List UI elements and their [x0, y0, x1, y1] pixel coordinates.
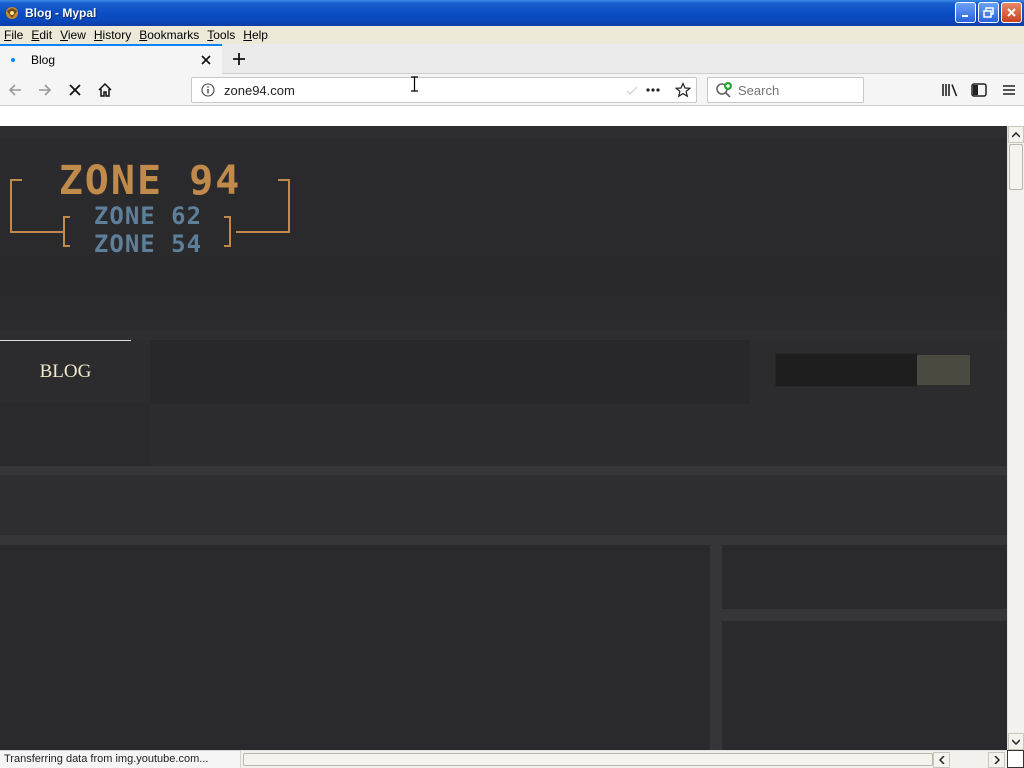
- logo-line-1: ZONE 94: [59, 158, 242, 204]
- library-icon[interactable]: [940, 80, 960, 100]
- sidebar-widget-1: [722, 545, 1007, 609]
- toolbar-spacer: [0, 106, 1024, 126]
- back-arrow-icon[interactable]: [5, 80, 25, 100]
- horizontal-scroll-thumb[interactable]: [243, 753, 933, 766]
- tab-strip: Blog: [0, 44, 1024, 74]
- home-icon[interactable]: [95, 80, 115, 100]
- divider-band: [0, 466, 1007, 475]
- sidebar-gap: [722, 609, 1007, 621]
- vertical-scrollbar[interactable]: [1007, 126, 1024, 750]
- menu-view-accel: V: [60, 28, 68, 42]
- web-page-content: ZONE 94 ZONE 62 ZONE 54 BLOG: [0, 126, 1007, 750]
- minimize-button[interactable]: [955, 2, 976, 23]
- zone94-logo[interactable]: ZONE 94 ZONE 62 ZONE 54: [8, 154, 293, 264]
- mypal-app-icon: [4, 5, 20, 21]
- site-search-input[interactable]: [775, 353, 918, 387]
- tab-loading-icon: [11, 58, 15, 62]
- nav-item-blog[interactable]: BLOG: [0, 340, 131, 402]
- close-window-button[interactable]: [1001, 2, 1022, 23]
- scroll-right-arrow-icon[interactable]: [988, 752, 1005, 768]
- navigation-toolbar: zone94.com: [0, 74, 1024, 106]
- menu-edit-label: dit: [39, 28, 53, 42]
- url-text: zone94.com: [224, 82, 295, 98]
- search-engine-icon[interactable]: [714, 80, 734, 100]
- tab-blog[interactable]: Blog: [0, 44, 222, 74]
- new-tab-button[interactable]: [230, 50, 248, 68]
- nav-menu-area: [150, 340, 750, 404]
- logo-line-2: ZONE 62: [94, 202, 202, 230]
- horizontal-scrollbar[interactable]: [241, 750, 1007, 768]
- scroll-left-arrow-icon[interactable]: [933, 752, 950, 768]
- forward-arrow-icon[interactable]: [35, 80, 55, 100]
- scroll-down-arrow-icon[interactable]: [1008, 733, 1024, 750]
- scroll-up-arrow-icon[interactable]: [1008, 126, 1024, 143]
- menu-history[interactable]: History: [90, 26, 135, 44]
- menu-tools[interactable]: Tools: [203, 26, 239, 44]
- divider-band-2: [0, 535, 1007, 545]
- search-bar[interactable]: [707, 77, 864, 103]
- sidebar-toggle-icon[interactable]: [969, 80, 989, 100]
- menu-bar: File Edit View History Bookmarks Tools H…: [0, 26, 1024, 44]
- main-content-column: [0, 545, 710, 750]
- menu-help[interactable]: Help: [239, 26, 272, 44]
- tab-title: Blog: [31, 53, 56, 67]
- browser-window: Blog - Mypal File Edit View History Book…: [0, 0, 1024, 768]
- stop-loading-icon[interactable]: [65, 80, 85, 100]
- menu-bookmarks[interactable]: Bookmarks: [135, 26, 203, 44]
- menu-edit[interactable]: Edit: [27, 26, 56, 44]
- menu-history-label: istory: [102, 28, 132, 42]
- logo-line-3: ZONE 54: [94, 230, 202, 258]
- hamburger-menu-icon[interactable]: [999, 80, 1019, 100]
- window-title: Blog - Mypal: [25, 6, 97, 20]
- site-info-icon[interactable]: [200, 82, 216, 98]
- bookmark-star-icon[interactable]: [674, 81, 692, 99]
- menu-view-label: iew: [67, 28, 86, 42]
- title-bar: Blog - Mypal: [0, 0, 1024, 26]
- menu-bookmarks-label: ookmarks: [147, 28, 200, 42]
- status-bar: Transferring data from img.youtube.com..…: [0, 750, 241, 768]
- page-actions-icon[interactable]: [645, 82, 661, 98]
- menu-help-accel: H: [243, 28, 252, 42]
- nav-submenu-area: [0, 402, 150, 466]
- menu-file[interactable]: File: [0, 26, 27, 44]
- column-separator: [710, 545, 722, 750]
- close-tab-icon[interactable]: [198, 52, 214, 68]
- menu-file-label: ile: [11, 28, 24, 42]
- nav-item-blog-label: BLOG: [39, 360, 92, 382]
- breadcrumb-area: [0, 475, 1007, 535]
- text-cursor-icon: [410, 76, 419, 92]
- site-search-button[interactable]: [917, 355, 970, 385]
- menu-tools-label: ools: [213, 28, 236, 42]
- window-controls: [955, 2, 1022, 23]
- menu-help-label: elp: [251, 28, 268, 42]
- reader-check-icon: [626, 84, 638, 96]
- sidebar-widget-2: [722, 621, 1007, 750]
- restore-button[interactable]: [978, 2, 999, 23]
- scroll-corner: [1007, 750, 1024, 768]
- vertical-scroll-thumb[interactable]: [1009, 144, 1023, 190]
- search-input[interactable]: [738, 82, 848, 98]
- menu-view[interactable]: View: [56, 26, 90, 44]
- url-bar[interactable]: zone94.com: [191, 77, 697, 103]
- menu-history-accel: H: [93, 28, 103, 42]
